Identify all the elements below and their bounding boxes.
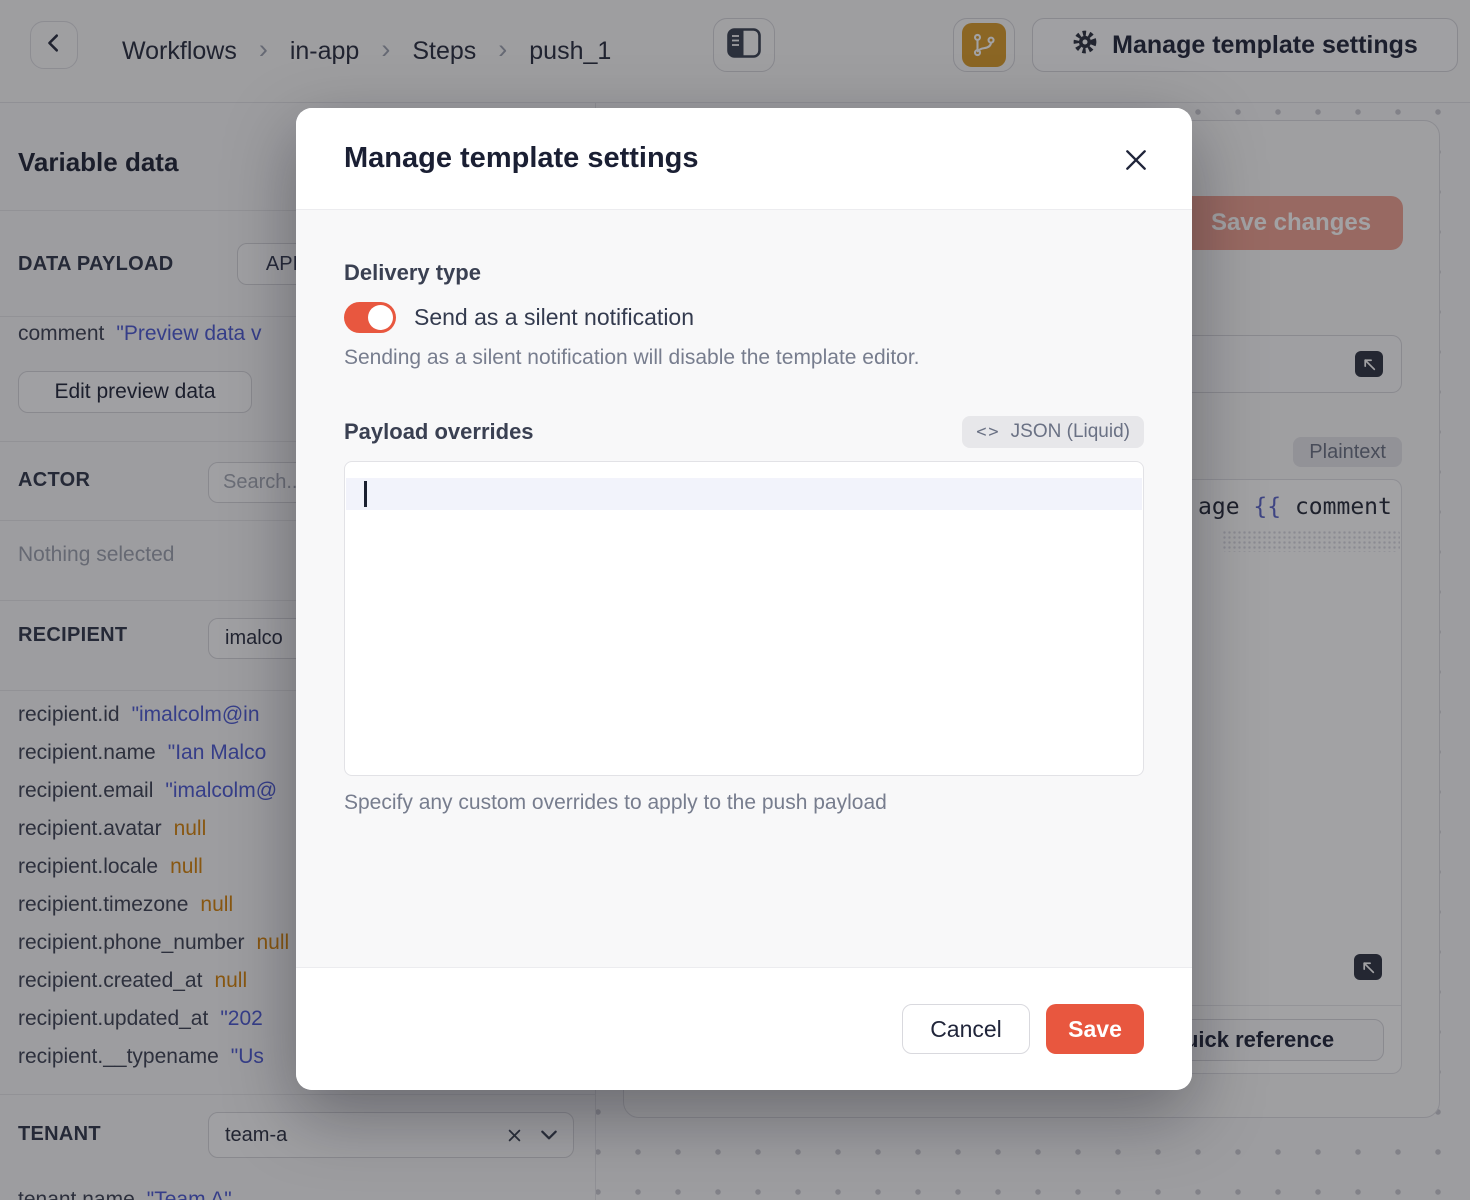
text-cursor (364, 481, 367, 507)
modal-body: Delivery type Send as a silent notificat… (296, 210, 1192, 815)
delivery-type-label: Delivery type (344, 260, 1144, 286)
silent-notification-label: Send as a silent notification (414, 304, 694, 331)
json-liquid-chip[interactable]: <> JSON (Liquid) (962, 416, 1144, 448)
modal-title: Manage template settings (344, 142, 699, 175)
json-liquid-label: JSON (Liquid) (1011, 421, 1130, 443)
silent-notification-row: Send as a silent notification (344, 302, 1144, 333)
payload-overrides-editor[interactable] (344, 461, 1144, 776)
modal-footer: Cancel Save (296, 967, 1192, 1090)
code-icon: <> (976, 422, 1000, 442)
app-window: Workflows › in-app › Steps › push_1 (0, 0, 1470, 1200)
save-button[interactable]: Save (1046, 1004, 1144, 1054)
payload-helper-text: Specify any custom overrides to apply to… (344, 791, 1144, 815)
delivery-helper-text: Sending as a silent notification will di… (344, 346, 1144, 370)
editor-active-line (346, 478, 1142, 510)
close-icon[interactable] (1120, 144, 1152, 176)
manage-template-settings-modal: Manage template settings Delivery type S… (296, 108, 1192, 1090)
modal-header: Manage template settings (296, 108, 1192, 210)
payload-overrides-label: Payload overrides (344, 419, 534, 445)
toggle-knob (368, 305, 393, 330)
silent-notification-toggle[interactable] (344, 302, 396, 333)
cancel-button[interactable]: Cancel (902, 1004, 1030, 1054)
payload-overrides-row: Payload overrides <> JSON (Liquid) (344, 416, 1144, 448)
